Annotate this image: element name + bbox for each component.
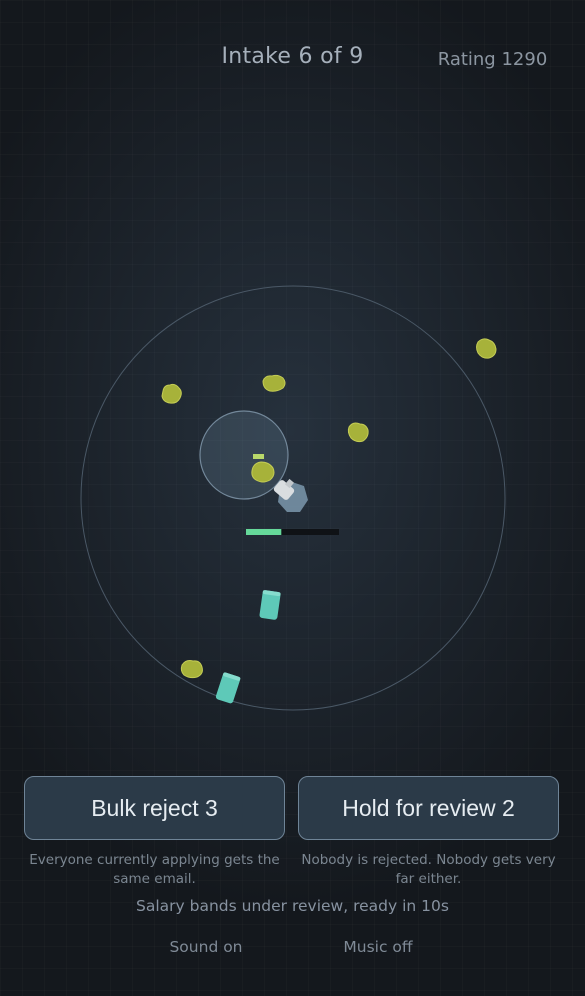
music-toggle[interactable]: Music off (318, 938, 438, 956)
bulk-reject-hint: Everyone currently applying gets the sam… (29, 852, 280, 887)
sound-toggle[interactable]: Sound on (146, 938, 266, 956)
game-field[interactable] (0, 0, 585, 760)
offer-card[interactable] (259, 590, 281, 620)
applicant-blob[interactable] (262, 374, 286, 392)
health-bar-fill (246, 529, 282, 535)
status-message: Salary bands under review, ready in 10s (136, 897, 449, 915)
applicant-blob[interactable] (347, 422, 369, 443)
bulk-reject-button[interactable]: Bulk reject 3 (24, 776, 285, 840)
hold-for-review-button[interactable]: Hold for review 2 (298, 776, 559, 840)
applicant-blob[interactable] (161, 383, 182, 404)
applicant-blob[interactable] (180, 660, 203, 679)
applicant-blob[interactable] (476, 338, 497, 359)
offer-card[interactable] (215, 672, 241, 704)
applicant-blob[interactable] (251, 461, 275, 483)
player-range-ring (199, 410, 289, 500)
player-bullet (253, 454, 264, 459)
hold-for-review-hint: Nobody is rejected. Nobody gets very far… (301, 852, 556, 887)
